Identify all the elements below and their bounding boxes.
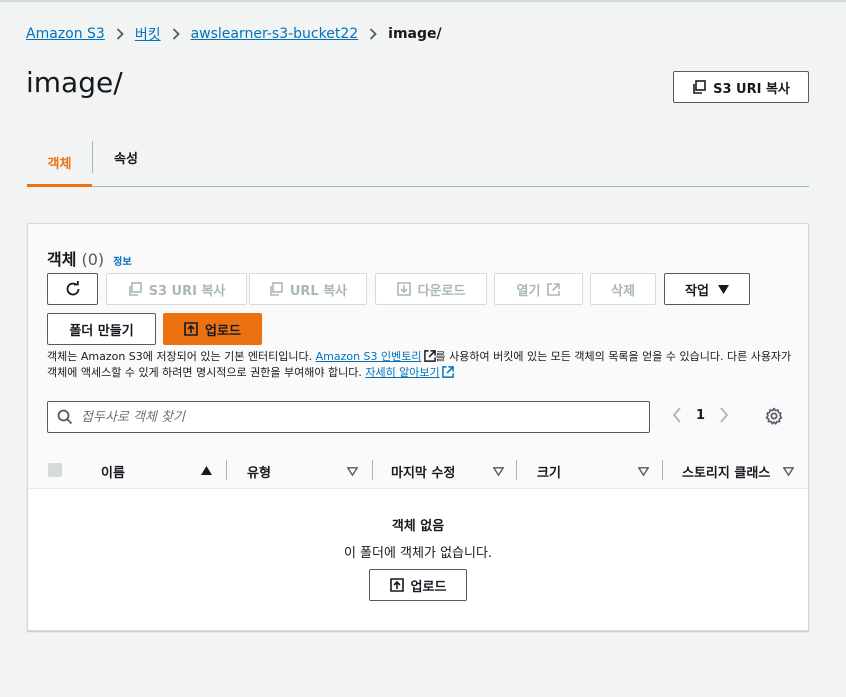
objects-description: 객체는 Amazon S3에 저장되어 있는 기본 엔터티입니다. Amazon… <box>47 350 792 379</box>
search-icon <box>57 409 73 425</box>
sort-caret-down-icon <box>638 467 649 476</box>
create-folder-button[interactable]: 폴더 만들기 <box>47 313 156 345</box>
external-link-icon <box>547 282 561 296</box>
sort-ascending-icon <box>201 466 212 475</box>
chevron-right-icon <box>116 28 124 40</box>
objects-panel: 객체 (0) 정보 S3 URI 복사 URL 복사 다운로드 열기 삭제 작업… <box>27 223 809 631</box>
column-header-storage-class[interactable]: 스토리지 클래스 <box>682 453 806 489</box>
refresh-icon <box>66 281 79 296</box>
column-header-last-modified[interactable]: 마지막 수정 <box>391 453 511 489</box>
empty-state-title: 객체 없음 <box>391 519 445 534</box>
actions-dropdown[interactable]: 작업 <box>664 273 750 305</box>
sort-caret-down-icon <box>783 467 794 476</box>
top-border <box>0 0 846 2</box>
copy-s3-uri-toolbar-button[interactable]: S3 URI 복사 <box>106 273 247 305</box>
column-header-type[interactable]: 유형 <box>247 453 365 489</box>
tab-objects[interactable]: 객체 <box>27 141 92 187</box>
chevron-right-icon <box>369 28 377 40</box>
column-header-size[interactable]: 크기 <box>537 453 655 489</box>
delete-button[interactable]: 삭제 <box>590 273 656 305</box>
inventory-link[interactable]: Amazon S3 인벤토리 <box>316 350 422 363</box>
tab-properties[interactable]: 속성 <box>93 141 159 173</box>
copy-icon <box>270 282 283 296</box>
chevron-left-icon[interactable] <box>672 407 682 423</box>
breadcrumb-buckets[interactable]: 버킷 <box>135 24 161 44</box>
column-divider <box>516 460 517 480</box>
object-count: (0) <box>81 250 105 269</box>
page-title: image/ <box>26 66 123 99</box>
gear-icon[interactable] <box>765 407 783 425</box>
sort-caret-down-icon <box>347 467 358 476</box>
sort-caret-down-icon <box>493 467 504 476</box>
pagination: 1 <box>672 407 729 423</box>
learn-more-link[interactable]: 자세히 알아보기 <box>365 366 439 379</box>
chevron-right-icon <box>172 28 180 40</box>
upload-icon <box>184 322 198 336</box>
open-button[interactable]: 열기 <box>494 273 583 305</box>
panel-title-text: 객체 <box>47 250 77 269</box>
download-button[interactable]: 다운로드 <box>375 273 487 305</box>
copy-icon <box>128 282 142 296</box>
tab-bar: 객체 속성 <box>27 141 809 187</box>
breadcrumb: Amazon S3 버킷 awslearner-s3-bucket22 imag… <box>26 24 442 44</box>
breadcrumb-current: image/ <box>388 26 442 42</box>
breadcrumb-bucket[interactable]: awslearner-s3-bucket22 <box>191 26 359 42</box>
info-link[interactable]: 정보 <box>113 253 131 268</box>
empty-upload-button[interactable]: 업로드 <box>369 569 467 601</box>
column-divider <box>662 460 663 480</box>
column-divider <box>226 460 227 480</box>
panel-title: 객체 (0) 정보 <box>47 246 132 270</box>
download-icon <box>396 282 411 296</box>
chevron-right-icon[interactable] <box>719 407 729 423</box>
search-input[interactable] <box>81 409 621 425</box>
external-link-icon <box>441 366 454 378</box>
page-number[interactable]: 1 <box>696 408 705 423</box>
upload-button[interactable]: 업로드 <box>163 313 262 345</box>
empty-state-message: 이 폴더에 객체가 없습니다. <box>343 546 493 561</box>
copy-icon <box>693 80 706 94</box>
external-link-icon <box>423 350 436 362</box>
copy-url-button[interactable]: URL 복사 <box>249 273 367 305</box>
refresh-button[interactable] <box>47 273 98 305</box>
table-header: 이름 유형 마지막 수정 크기 스토리지 클래스 <box>28 453 808 489</box>
caret-down-icon <box>717 284 729 294</box>
search-box <box>47 401 650 433</box>
column-header-name[interactable]: 이름 <box>101 453 219 489</box>
copy-s3-uri-button[interactable]: S3 URI 복사 <box>673 71 809 103</box>
breadcrumb-amazon-s3[interactable]: Amazon S3 <box>26 26 105 42</box>
upload-icon <box>389 578 404 592</box>
column-divider <box>372 460 373 480</box>
